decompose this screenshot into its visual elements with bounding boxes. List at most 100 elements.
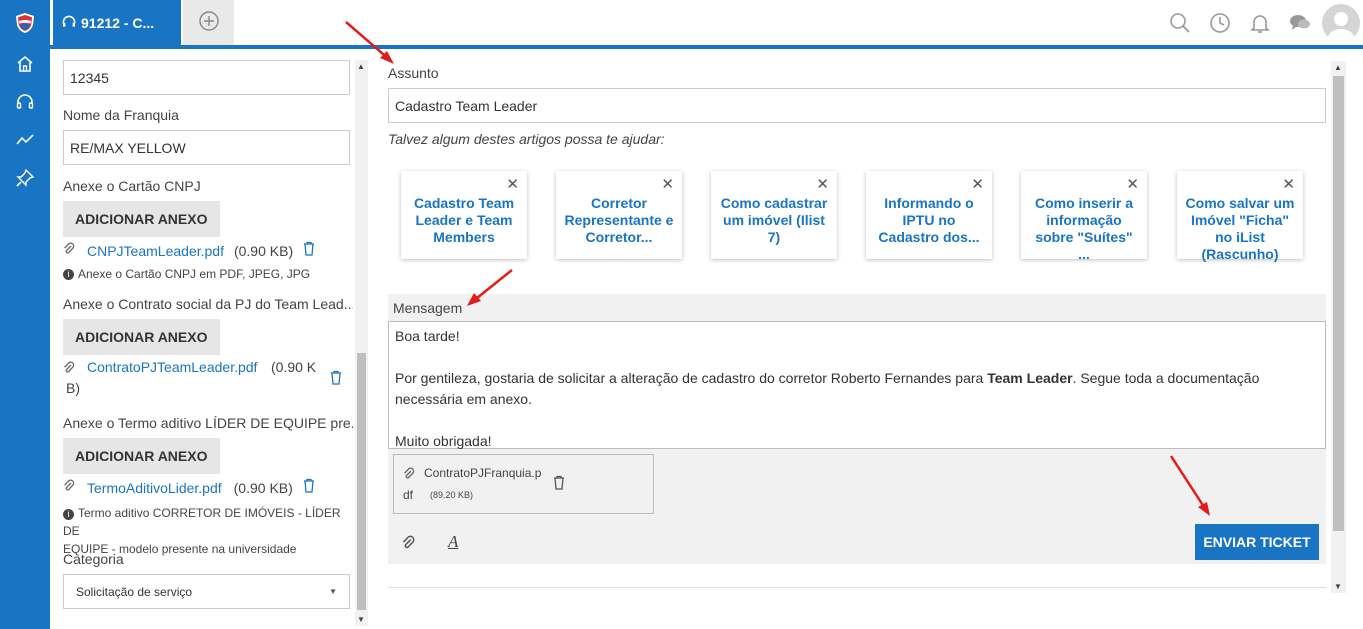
categoria-select[interactable]: Solicitação de serviço ▼ — [63, 574, 350, 609]
contrato-file-size-cont: B) — [66, 380, 80, 396]
paperclip-icon — [63, 242, 83, 261]
article-card[interactable]: ✕ Informando o IPTU no Cadastro dos... — [866, 171, 992, 259]
info-icon: i — [63, 268, 74, 280]
article-title: Como salvar um Imóvel "Ficha" no iList (… — [1185, 195, 1295, 262]
headset-icon[interactable] — [13, 90, 37, 114]
termo-label: Anexe o Termo aditivo LÍDER DE EQUIPE pr… — [63, 415, 353, 431]
tab-ticket[interactable]: 91212 - C... — [53, 0, 181, 46]
cnpj-file-row: CNPJTeamLeader.pdf (0.90 KB) — [63, 241, 350, 261]
article-title: Corretor Representante e Corretor... — [564, 195, 674, 245]
message-box: Mensagem Boa tarde! Por gentileza, gosta… — [388, 294, 1326, 564]
left-scrollbar[interactable]: ▲ ▼ — [355, 60, 368, 626]
scroll-down-icon[interactable]: ▼ — [1334, 582, 1342, 591]
info-icon: i — [63, 509, 74, 520]
cnpj-hint: i Anexe o Cartão CNPJ em PDF, JPEG, JPG — [63, 267, 310, 281]
attachment-chip: ContratoPJFranquia.p df (89.20 KB) — [393, 454, 654, 514]
headset-icon — [61, 14, 77, 33]
text-format-icon[interactable]: A — [448, 532, 458, 552]
franquia-input[interactable]: RE/MAX YELLOW — [63, 130, 350, 165]
caret-down-icon: ▼ — [329, 587, 337, 596]
ticket-main-panel: Assunto Cadastro Team Leader Talvez algu… — [372, 50, 1363, 629]
cnpj-file-size: (0.90 KB) — [233, 243, 294, 259]
search-icon[interactable] — [1160, 12, 1200, 34]
contrato-file-link[interactable]: ContratoPJTeamLeader.pdf — [87, 359, 257, 375]
annotation-arrow-icon — [467, 269, 513, 306]
contrato-label: Anexe o Contrato social da PJ do Team Le… — [63, 296, 353, 312]
trash-icon[interactable] — [553, 475, 565, 495]
article-card[interactable]: ✕ Como inserir a informação sobre "Suítes… — [1021, 171, 1147, 262]
field-input[interactable]: 12345 — [63, 60, 350, 95]
contrato-file-size: (0.90 K — [271, 359, 317, 375]
franquia-label: Nome da Franquia — [63, 107, 179, 123]
chart-line-icon[interactable] — [13, 128, 37, 152]
article-title: Como inserir a informação sobre "Suítes"… — [1034, 195, 1134, 262]
close-icon[interactable]: ✕ — [1282, 175, 1295, 193]
termo-file-link[interactable]: TermoAditivoLider.pdf — [87, 480, 222, 496]
left-navigation — [0, 0, 50, 629]
tab-ticket-label: 91212 - C... — [81, 15, 155, 31]
plus-circle-icon — [198, 10, 220, 37]
attachment-name: ContratoPJFranquia.p — [424, 466, 542, 480]
shield-logo-icon[interactable] — [13, 11, 37, 35]
clock-icon[interactable] — [1200, 12, 1240, 34]
close-icon[interactable]: ✕ — [661, 175, 674, 193]
article-title: Informando o IPTU no Cadastro dos... — [878, 195, 980, 245]
scroll-up-icon[interactable]: ▲ — [1334, 63, 1342, 72]
left-scroll-thumb[interactable] — [357, 353, 366, 610]
article-card[interactable]: ✕ Como cadastrar um imóvel (Ilist 7) — [711, 171, 837, 259]
paperclip-icon[interactable] — [401, 535, 416, 556]
avatar[interactable] — [1322, 4, 1360, 42]
add-attachment-button[interactable]: ADICIONAR ANEXO — [63, 319, 220, 355]
cnpj-file-link[interactable]: CNPJTeamLeader.pdf — [87, 243, 224, 259]
divider — [388, 587, 1326, 588]
article-card[interactable]: ✕ Corretor Representante e Corretor... — [556, 171, 682, 259]
close-icon[interactable]: ✕ — [1126, 175, 1139, 193]
message-textarea[interactable]: Boa tarde! Por gentileza, gostaria de so… — [388, 321, 1326, 449]
chat-icon[interactable] — [1280, 12, 1320, 34]
cnpj-hint-text: Anexe o Cartão CNPJ em PDF, JPEG, JPG — [78, 267, 311, 281]
paperclip-icon — [403, 467, 415, 486]
suggest-text: Talvez algum destes artigos possa te aju… — [388, 131, 665, 147]
message-line: Por gentileza, gostaria de solicitar a a… — [395, 370, 1260, 386]
trash-icon[interactable] — [330, 370, 342, 390]
bell-icon[interactable] — [1240, 12, 1280, 34]
termo-hint-text-1: Termo aditivo CORRETOR DE IMÓVEIS - LÍDE… — [63, 506, 341, 538]
trash-icon[interactable] — [303, 478, 315, 498]
add-attachment-button[interactable]: ADICIONAR ANEXO — [63, 201, 220, 237]
cnpj-label: Anexe o Cartão CNPJ — [63, 178, 201, 194]
contrato-file-row: ContratoPJTeamLeader.pdf (0.90 K B) — [63, 359, 350, 399]
trash-icon[interactable] — [303, 241, 315, 261]
termo-file-row: TermoAditivoLider.pdf (0.90 KB) — [63, 478, 350, 498]
home-icon[interactable] — [13, 52, 37, 76]
add-attachment-button[interactable]: ADICIONAR ANEXO — [63, 438, 220, 474]
close-icon[interactable]: ✕ — [816, 175, 829, 193]
categoria-label: Categoria — [63, 551, 124, 567]
categoria-select-value: Solicitação de serviço — [76, 584, 193, 599]
paperclip-icon — [63, 361, 75, 380]
send-ticket-button[interactable]: ENVIAR TICKET — [1195, 524, 1319, 560]
top-accent-line — [50, 45, 1363, 49]
article-card[interactable]: ✕ Cadastro Team Leader e Team Members — [401, 171, 527, 259]
paperclip-icon — [63, 479, 83, 498]
add-tab-button[interactable] — [183, 0, 234, 46]
termo-hint: i Termo aditivo CORRETOR DE IMÓVEIS - LÍD… — [63, 504, 350, 558]
annotation-arrow-icon — [1169, 455, 1210, 516]
attachment-size: (89.20 KB) — [430, 490, 474, 500]
close-icon[interactable]: ✕ — [506, 175, 519, 193]
close-icon[interactable]: ✕ — [971, 175, 984, 193]
termo-file-size: (0.90 KB) — [233, 480, 293, 496]
scroll-down-icon[interactable]: ▼ — [357, 615, 365, 624]
assunto-input[interactable]: Cadastro Team Leader — [388, 88, 1326, 123]
message-line: necessária em anexo. — [395, 391, 532, 407]
main-scrollbar[interactable]: ▲ ▼ — [1331, 61, 1346, 593]
message-line: Boa tarde! — [395, 328, 460, 344]
top-icons — [1160, 0, 1363, 46]
article-title: Cadastro Team Leader e Team Members — [413, 195, 515, 245]
attachment-name-cont: df — [403, 488, 414, 502]
article-card[interactable]: ✕ Como salvar um Imóvel "Ficha" no iList … — [1177, 171, 1303, 262]
ticket-form-panel: 12345 Nome da Franquia RE/MAX YELLOW Ane… — [52, 50, 372, 629]
pin-icon[interactable] — [13, 166, 37, 190]
message-line: Muito obrigada! — [395, 433, 492, 449]
main-scroll-thumb[interactable] — [1333, 76, 1344, 531]
article-title: Como cadastrar um imóvel (Ilist 7) — [720, 195, 828, 245]
